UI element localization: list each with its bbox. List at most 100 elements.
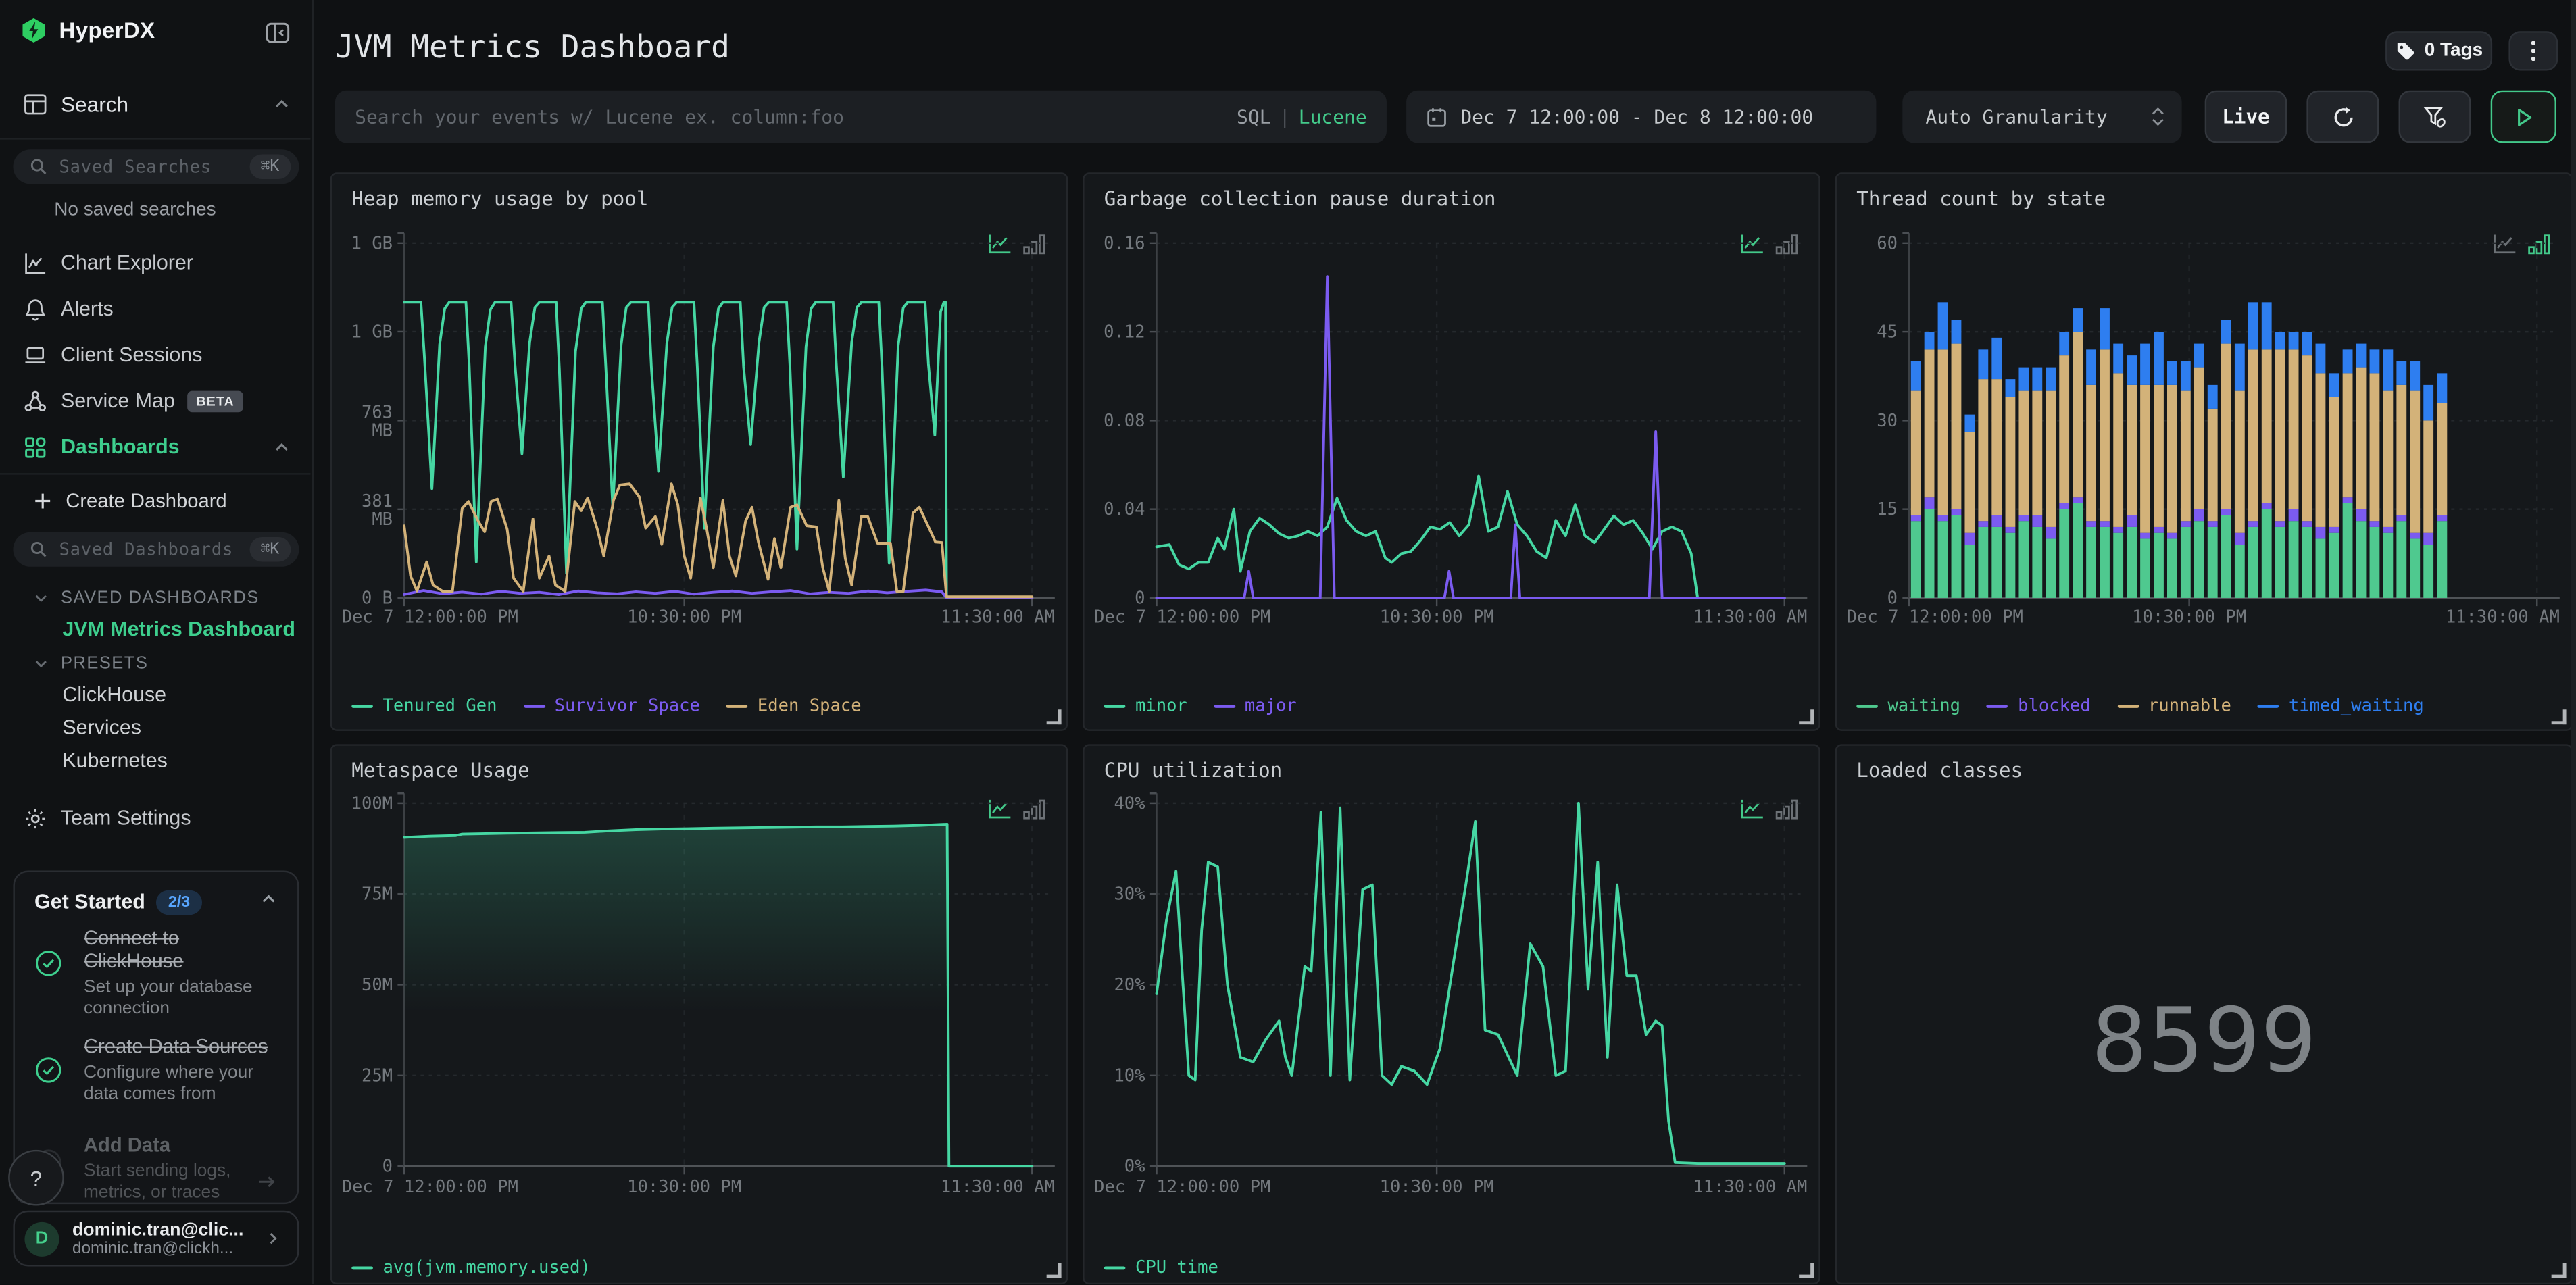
svg-text:15: 15 [1877,499,1898,520]
logo[interactable]: HyperDX [20,16,155,44]
help-button[interactable]: ? [8,1149,64,1206]
svg-text:Dec 7 12:00:00 PM: Dec 7 12:00:00 PM [1094,607,1270,627]
play-icon [2517,107,2531,126]
saved-dashboards-input[interactable]: Saved Dashboards ⌘K [13,532,299,567]
sidebar-item-kubernetes[interactable]: Kubernetes [62,749,167,772]
sidebar-item-jvm-metrics-dashboard[interactable]: JVM Metrics Dashboard [62,618,295,640]
run-query-button[interactable] [2490,90,2556,143]
svg-text:Dec 7 12:00:00 PM: Dec 7 12:00:00 PM [1094,1177,1270,1197]
hyperdx-logo-icon [22,18,45,43]
gear-icon [26,808,45,828]
legend-label: waiting [1887,696,1961,717]
panel-metaspace-usage: Metaspace Usage 0 25M 50M 75M 100M Dec 7 12:00… [330,744,1068,1285]
legend-item[interactable]: Eden Space [726,697,862,716]
check-circle-icon [36,1057,61,1083]
lang-lucene-toggle[interactable]: Lucene [1299,105,1367,128]
legend-item[interactable]: blocked [1986,697,2091,716]
legend-item[interactable]: minor [1104,697,1187,716]
sidebar-item-search[interactable]: Search [0,87,312,120]
panel-heap-memory-usage-by-pool: Heap memory usage by pool 0 B 381 MB 763 MB 1 … [330,172,1068,731]
sidebar-item-chart-explorer[interactable]: Chart Explorer [0,247,312,280]
sidebar-item-alerts[interactable]: Alerts [0,293,312,326]
legend-item[interactable]: waiting [1856,697,1960,716]
chart-legend: avg(jvm.memory.used) [351,1258,591,1278]
presets-section[interactable]: PRESETS [33,654,149,674]
svg-text:0.04: 0.04 [1104,499,1145,520]
date-range-picker[interactable]: Dec 7 12:00:00 - Dec 8 12:00:00 [1406,90,1877,143]
panel-thread-count-by-state: Thread count by state 0 15 30 45 60 Dec 7 12:0… [1835,172,2573,731]
legend-item[interactable]: timed_waiting [2257,696,2424,717]
laptop-icon [23,343,47,367]
tags-label: 0 Tags [2424,41,2483,61]
legend-label: CPU time [1135,1258,1218,1278]
section-label: PRESETS [60,653,149,674]
user-menu[interactable]: D dominic.tran@clic... dominic.tran@clic… [13,1210,299,1267]
svg-text:381MB: 381 MB [362,491,393,530]
legend-item[interactable]: CPU time [1104,1258,1218,1278]
svg-text:763MB: 763 MB [362,403,393,441]
sidebar-collapse-icon[interactable] [264,20,291,46]
legend-swatch [1104,704,1126,708]
chart-canvas[interactable]: 0 25M 50M 75M 100M Dec 7 12:00:00 PM 10:30:00 … [342,792,1060,1258]
create-dashboard-button[interactable]: Create Dashboard [0,484,312,518]
saved-dashboards-section[interactable]: SAVED DASHBOARDS [33,588,259,608]
saved-searches-input[interactable]: Saved Searches ⌘K [13,149,299,184]
event-search-placeholder: Search your events w/ Lucene ex. column:… [355,105,844,128]
sidebar-item-label: Chart Explorer [60,251,193,275]
more-menu-button[interactable] [2508,31,2558,71]
sidebar-item-dashboards[interactable]: Dashboards [0,430,312,463]
legend-label: runnable [2148,696,2231,717]
svg-text:0 B: 0 B [362,588,393,608]
step-desc: Set up your database connection [83,977,253,1018]
svg-text:30%: 30% [1114,884,1145,905]
sidebar-item-services[interactable]: Services [62,716,141,739]
legend-item[interactable]: Survivor Space [523,697,700,716]
chevron-right-icon [270,1233,277,1244]
legend-item[interactable]: Tenured Gen [351,697,497,716]
svg-text:Dec 7 12:00:00 PM: Dec 7 12:00:00 PM [1847,607,2023,627]
panel-resize-handle[interactable] [1799,1263,1814,1278]
filter-button[interactable] [2398,90,2471,143]
chart-canvas[interactable]: 0 15 30 45 60 Dec 7 12:00:00 PM 10:30:00 PM 11:… [1847,220,2565,686]
legend-item[interactable]: major [1213,697,1297,716]
legend-label: timed_waiting [2288,696,2424,717]
legend-label: avg(jvm.memory.used) [382,1258,591,1278]
panel-resize-handle[interactable] [1799,709,1814,725]
sidebar-item-client-sessions[interactable]: Client Sessions [0,338,312,372]
lang-sql-toggle[interactable]: SQL [1237,105,1271,128]
scrollbar[interactable] [2571,0,2576,1285]
service-map-icon [23,388,47,413]
svg-text:0.12: 0.12 [1104,322,1145,343]
tags-button[interactable]: 0 Tags [2385,31,2493,71]
svg-text:10:30:00 PM: 10:30:00 PM [2132,607,2246,627]
legend-item[interactable]: runnable [2116,696,2231,717]
sidebar-item-service-map[interactable]: Service Map BETA [0,384,312,418]
panel-resize-handle[interactable] [2551,1263,2567,1278]
sidebar-item-team-settings[interactable]: Team Settings [0,801,312,834]
panel-resize-handle[interactable] [2551,709,2567,725]
svg-text:0%: 0% [1124,1157,1145,1177]
chart-canvas[interactable]: 0% 10% 20% 30% 40% Dec 7 12:00:00 PM 10:30:00 … [1094,792,1812,1258]
event-search-input[interactable]: Search your events w/ Lucene ex. column:… [335,90,1387,143]
legend-swatch [351,1266,373,1270]
avatar: D [24,1221,59,1256]
legend-item[interactable]: avg(jvm.memory.used) [351,1258,591,1278]
legend-swatch [523,704,545,708]
panel-resize-handle[interactable] [1046,709,1062,725]
search-icon [30,541,47,557]
saved-searches-placeholder: Saved Searches [59,157,212,177]
live-button[interactable]: Live [2204,90,2287,143]
divider [0,138,311,140]
svg-text:1 GB: 1 GB [351,322,393,342]
sidebar-item-clickhouse[interactable]: ClickHouse [62,683,166,706]
panel-resize-handle[interactable] [1046,1263,1062,1278]
panel-loaded-classes: Loaded classes 8599 [1835,744,2573,1285]
granularity-select[interactable]: Auto Granularity [1902,90,2182,143]
refresh-button[interactable] [2306,90,2379,143]
svg-text:Dec 7 12:00:00 PM: Dec 7 12:00:00 PM [342,1177,518,1197]
chevron-up-icon[interactable] [259,890,278,909]
chart-canvas[interactable]: 0 0.04 0.08 0.12 0.16 Dec 7 12:00:00 PM 10:30:… [1094,220,1812,686]
chart-explorer-icon [23,251,47,275]
chart-canvas[interactable]: 0 B 381 MB 763 MB 1 GB 1 GB Dec 7 12:00:00 PM 10… [342,220,1060,686]
panel-title: Metaspace Usage [351,759,530,782]
